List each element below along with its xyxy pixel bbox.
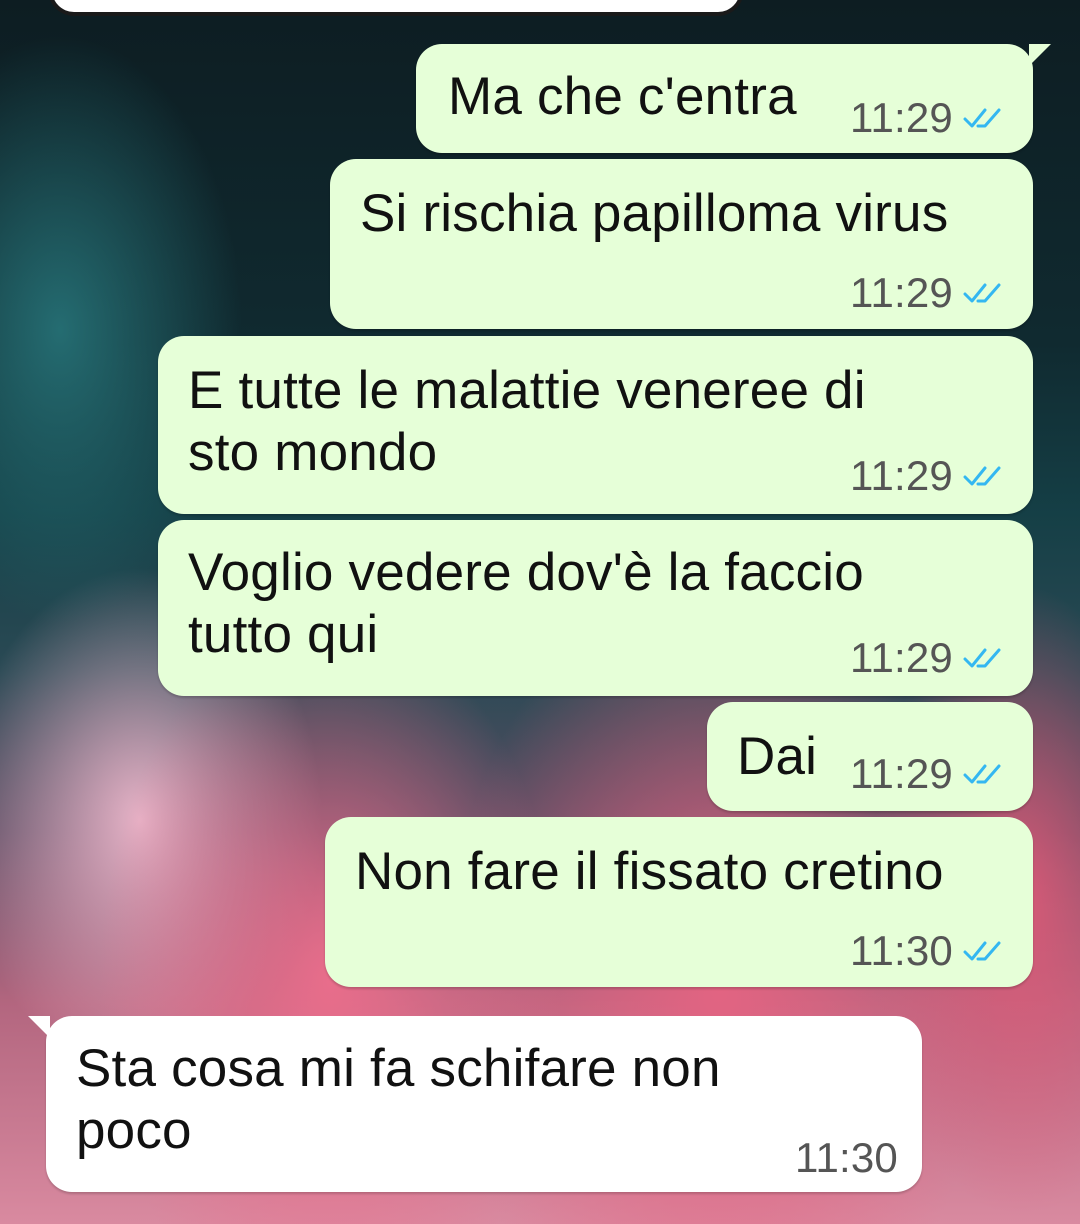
message-bubble-outgoing[interactable]: Dai 11:29	[707, 702, 1033, 811]
message-time: 11:30	[795, 1134, 898, 1181]
message-meta: 11:29	[850, 452, 1003, 500]
message-bubble-outgoing[interactable]: E tutte le malattie veneree di sto mondo…	[158, 336, 1033, 514]
double-check-icon	[963, 941, 1001, 961]
double-check-icon	[963, 108, 1001, 128]
message-text: Dai	[737, 727, 818, 786]
message-meta: 11:29	[850, 634, 1003, 682]
message-bubble-outgoing[interactable]: Non fare il fissato cretino 11:30	[325, 817, 1033, 987]
double-check-icon	[963, 648, 1001, 668]
double-check-icon	[963, 764, 1001, 784]
message-time: 11:29	[850, 750, 953, 797]
message-text: E tutte le malattie veneree di sto mondo	[188, 361, 866, 482]
message-bubble-outgoing[interactable]: Voglio vedere dov'è la faccio tutto qui …	[158, 520, 1033, 696]
message-bubble-incoming[interactable]: Sta cosa mi fa schifare non poco 11:30	[28, 1016, 922, 1192]
message-time: 11:29	[850, 452, 953, 499]
bubble-tail	[1029, 44, 1051, 66]
message-text: Sta cosa mi fa schifare non poco	[76, 1039, 721, 1160]
bubble-tail	[28, 1016, 50, 1038]
message-text: Voglio vedere dov'è la faccio tutto qui	[188, 543, 864, 664]
message-text: Ma che c'entra	[448, 67, 797, 126]
message-meta: 11:30	[850, 927, 1003, 975]
double-check-icon	[963, 283, 1001, 303]
message-meta: 11:29	[850, 750, 1003, 798]
message-bubble-outgoing[interactable]: Si rischia papilloma virus 11:29	[330, 159, 1033, 329]
double-check-icon	[963, 466, 1001, 486]
message-time: 11:29	[850, 94, 953, 141]
message-text: Si rischia papilloma virus	[360, 184, 949, 243]
message-meta: 11:29	[850, 94, 1003, 142]
message-time: 11:29	[850, 634, 953, 681]
message-text: Non fare il fissato cretino	[355, 842, 944, 901]
message-time: 11:30	[850, 927, 953, 974]
message-bubble-outgoing[interactable]: Ma che c'entra 11:29	[416, 44, 1051, 153]
message-time: 11:29	[850, 269, 953, 316]
message-meta: 11:30	[795, 1134, 898, 1182]
previous-message-edge	[48, 0, 744, 16]
message-meta: 11:29	[850, 269, 1003, 317]
